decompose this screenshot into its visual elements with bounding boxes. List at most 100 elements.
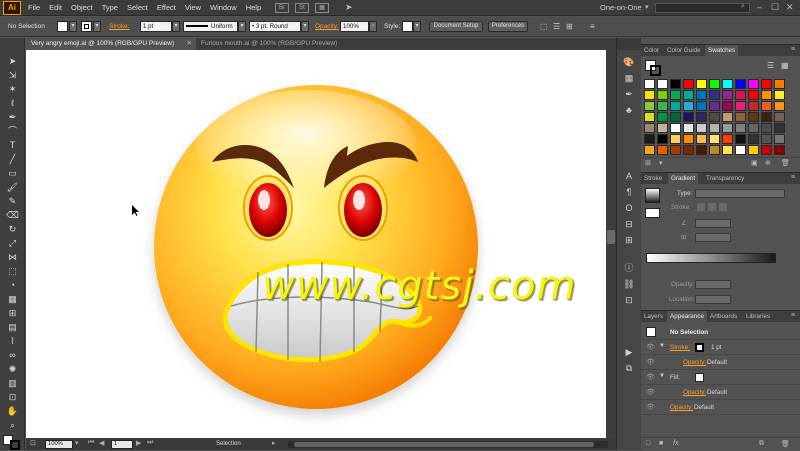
menu-effect[interactable]: Effect xyxy=(157,3,176,12)
color-swatch[interactable] xyxy=(709,79,720,89)
color-swatch[interactable] xyxy=(735,112,746,122)
show-kinds-icon[interactable]: ▾ xyxy=(659,159,663,167)
links-panel-icon[interactable]: ⛓ xyxy=(622,278,636,290)
color-swatch[interactable] xyxy=(748,145,759,155)
color-swatch[interactable] xyxy=(657,101,668,111)
lasso-icon[interactable]: ℓ xyxy=(5,98,20,109)
color-swatch[interactable] xyxy=(748,79,759,89)
chevron-down-icon[interactable]: ▾ xyxy=(172,21,180,32)
appearance-stroke-opacity-row[interactable]: 👁 Opacity: Default xyxy=(641,355,800,370)
maximize-icon[interactable]: ☐ xyxy=(771,2,779,13)
chevron-down-icon[interactable]: ▾ xyxy=(238,21,246,32)
visibility-eye-icon[interactable]: 👁 xyxy=(646,343,655,351)
tab-color[interactable]: Color xyxy=(641,45,662,56)
tab-libraries[interactable]: Libraries xyxy=(743,311,773,322)
color-swatch[interactable] xyxy=(644,134,655,144)
color-swatch[interactable] xyxy=(644,79,655,89)
appearance-opacity-row[interactable]: 👁 Opacity: Default xyxy=(641,400,800,415)
chevron-down-icon[interactable]: ▾ xyxy=(93,21,101,32)
variable-width-profile[interactable]: Uniform xyxy=(183,21,238,32)
free-transform-icon[interactable]: ⬚ xyxy=(5,266,20,277)
color-swatch[interactable] xyxy=(644,101,655,111)
color-swatch[interactable] xyxy=(670,134,681,144)
stroke-option-icon[interactable] xyxy=(708,203,716,211)
graphic-style-swatch[interactable] xyxy=(402,21,413,32)
artboard[interactable] xyxy=(26,50,606,438)
tab-stroke[interactable]: Stroke xyxy=(641,173,665,184)
artboards-panel-icon[interactable]: ⊡ xyxy=(622,294,636,306)
current-stroke-swatch[interactable] xyxy=(650,65,661,76)
color-swatch[interactable] xyxy=(657,123,668,133)
fill-color-swatch[interactable] xyxy=(57,21,68,32)
pencil-icon[interactable]: ✎ xyxy=(5,196,20,207)
fill-swatch[interactable] xyxy=(695,373,704,382)
gradient-tool-icon[interactable]: ▤ xyxy=(5,322,20,333)
mesh-tool-icon[interactable]: ⊞ xyxy=(5,308,20,319)
color-swatch[interactable] xyxy=(761,145,772,155)
eraser-icon[interactable]: ⌫ xyxy=(5,210,20,221)
menu-select[interactable]: Select xyxy=(127,3,148,12)
color-swatch[interactable] xyxy=(683,112,694,122)
color-swatch[interactable] xyxy=(683,134,694,144)
color-swatch[interactable] xyxy=(722,90,733,100)
swatches-panel-icon[interactable]: ▦ xyxy=(622,72,636,84)
color-swatch[interactable] xyxy=(735,79,746,89)
color-swatch[interactable] xyxy=(774,101,785,111)
trash-icon[interactable]: 🗑 xyxy=(781,440,790,448)
color-swatch[interactable] xyxy=(735,145,746,155)
first-artboard-icon[interactable]: ⏮ xyxy=(88,439,94,447)
panel-menu-icon[interactable]: ≡ xyxy=(590,22,595,31)
add-stroke-icon[interactable]: □ xyxy=(646,440,650,447)
direct-selection-tool-icon[interactable]: ⇲ xyxy=(5,70,20,81)
color-swatch[interactable] xyxy=(748,123,759,133)
color-swatch[interactable] xyxy=(748,101,759,111)
tab-appearance[interactable]: Appearance xyxy=(667,311,707,322)
chevron-down-icon[interactable]: ▾ xyxy=(301,21,309,32)
chevron-down-icon[interactable]: ▾ xyxy=(75,439,79,447)
rectangle-tool-icon[interactable]: ▭ xyxy=(5,168,20,179)
gradient-opacity-field[interactable] xyxy=(695,280,731,289)
fill-stroke-toggle[interactable] xyxy=(645,208,660,218)
curvature-tool-icon[interactable]: ⌒ xyxy=(5,126,20,137)
tab-furious-mouth[interactable]: Furious mouth.ai @ 100% (RGB/GPU Preview… xyxy=(196,38,366,50)
stroke-weight-field[interactable]: 1 pt xyxy=(140,21,172,32)
canvas-area[interactable]: www.cgtsj.com xyxy=(26,50,606,438)
color-swatch[interactable] xyxy=(683,101,694,111)
left-eye[interactable] xyxy=(243,175,293,241)
info-panel-icon[interactable]: ⓘ xyxy=(622,262,636,274)
panel-menu-icon[interactable]: ≡ xyxy=(791,46,795,53)
line-tool-icon[interactable]: ╱ xyxy=(5,154,20,165)
stock-button[interactable]: St xyxy=(295,3,309,13)
angry-emoji-artwork[interactable] xyxy=(26,50,606,438)
menu-object[interactable]: Object xyxy=(71,3,93,12)
document-setup-button[interactable]: Document Setup xyxy=(429,21,483,32)
appearance-stroke-value[interactable]: 1 pt xyxy=(711,344,722,351)
menu-view[interactable]: View xyxy=(185,3,201,12)
workspace-dropdown-icon[interactable]: ▾ xyxy=(645,3,649,11)
color-swatch[interactable] xyxy=(722,101,733,111)
close-icon[interactable]: ✕ xyxy=(187,38,192,50)
color-swatch[interactable] xyxy=(722,123,733,133)
vertical-scrollbar[interactable] xyxy=(606,50,616,438)
grid-view-icon[interactable]: ▦ xyxy=(781,61,789,70)
visibility-eye-icon[interactable]: 👁 xyxy=(646,388,655,396)
preferences-button[interactable]: Preferences xyxy=(488,21,528,32)
transform-icon[interactable]: ⊞ xyxy=(566,22,573,31)
color-swatch[interactable] xyxy=(683,123,694,133)
expand-triangle-icon[interactable]: ▼ xyxy=(659,343,665,349)
gradient-preview-swatch[interactable] xyxy=(645,188,660,203)
color-swatch[interactable] xyxy=(709,112,720,122)
color-swatch[interactable] xyxy=(696,79,707,89)
stroke-swatch[interactable] xyxy=(695,343,704,352)
menu-edit[interactable]: Edit xyxy=(49,3,62,12)
appearance-fill-opacity-row[interactable]: 👁 Opacity: Default xyxy=(641,385,800,400)
color-swatch[interactable] xyxy=(644,145,655,155)
color-swatch[interactable] xyxy=(761,90,772,100)
color-swatch[interactable] xyxy=(644,112,655,122)
gradient-aspect-field[interactable] xyxy=(695,233,731,242)
color-swatch[interactable] xyxy=(774,145,785,155)
paragraph-panel-icon[interactable]: ¶ xyxy=(622,186,636,198)
color-swatch[interactable] xyxy=(696,134,707,144)
color-swatch[interactable] xyxy=(774,90,785,100)
transform-panel-icon[interactable]: ⊞ xyxy=(622,234,636,246)
